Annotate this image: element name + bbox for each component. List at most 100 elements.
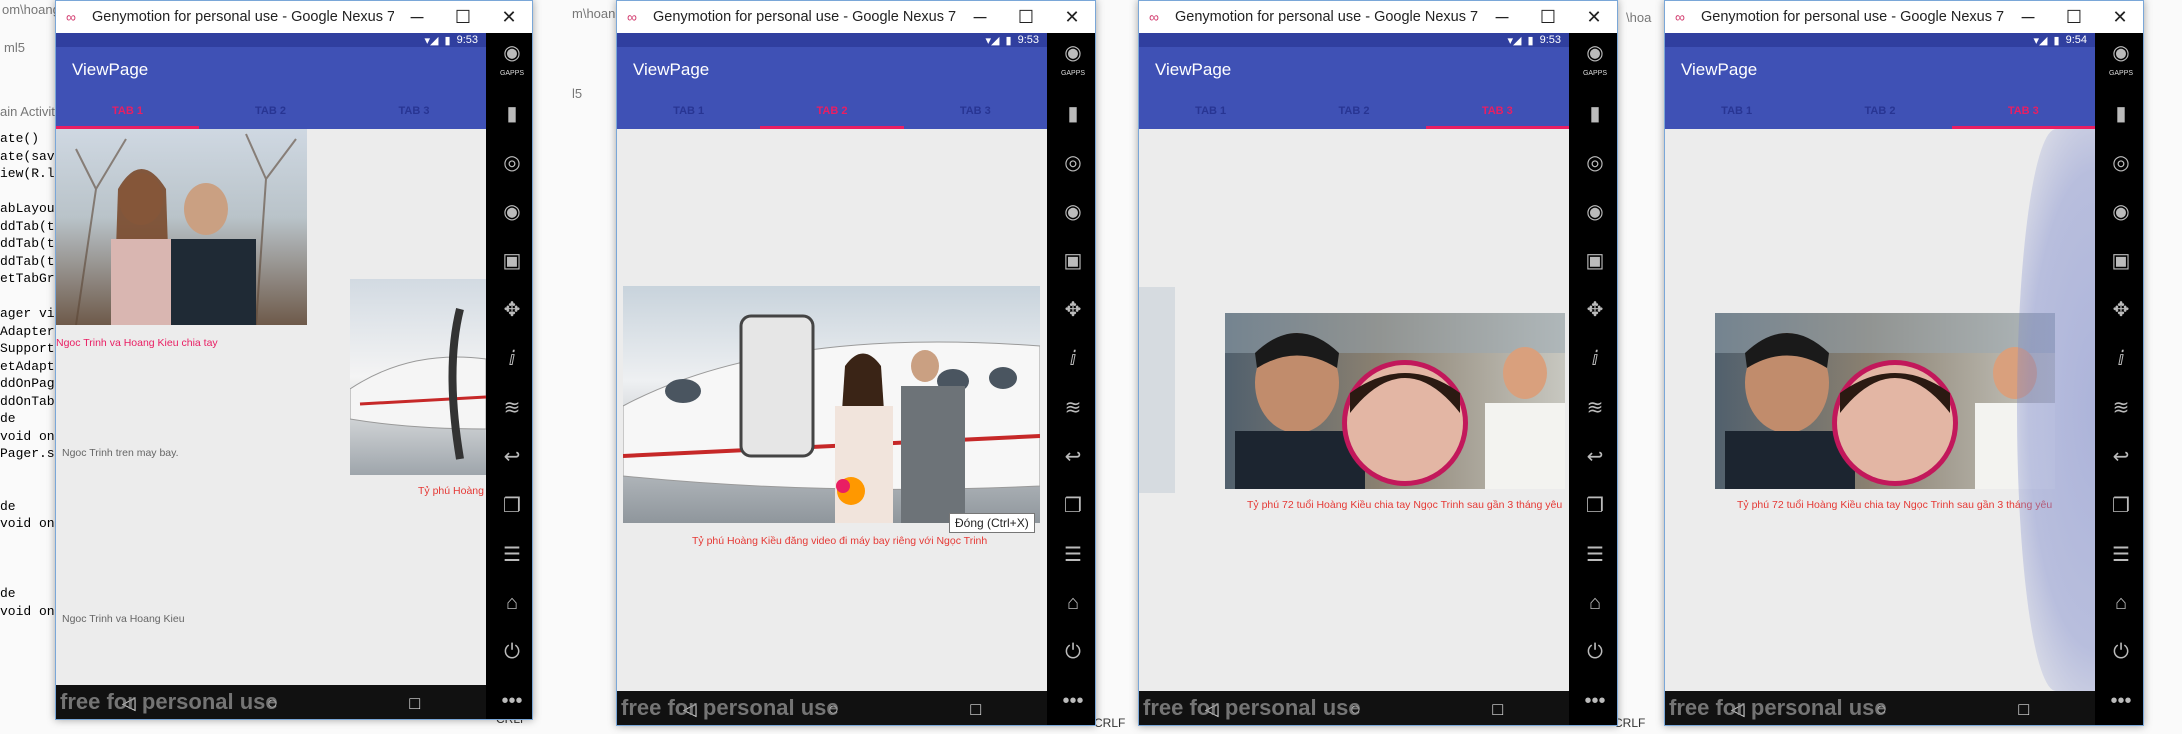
tab-2[interactable]: TAB 2 [1808, 93, 1951, 129]
tab-1[interactable]: TAB 1 [617, 93, 760, 129]
dpad-icon[interactable]: ✥ [499, 296, 525, 322]
power-icon[interactable]: ⏻ [1060, 639, 1086, 665]
webcam-icon[interactable]: ◉ [499, 198, 525, 224]
minimize-button[interactable]: ─ [394, 1, 440, 33]
tab-3[interactable]: TAB 3 [1951, 93, 2095, 129]
recent-apps-icon[interactable]: ❐ [499, 492, 525, 518]
tab-3[interactable]: TAB 3 [904, 93, 1047, 129]
home-button-icon[interactable]: ⌂ [2108, 590, 2134, 616]
tab-1[interactable]: TAB 1 [1665, 93, 1808, 129]
id-icon[interactable]: ⅈ [1060, 345, 1086, 371]
network-icon[interactable]: ≋ [499, 394, 525, 420]
dpad-icon[interactable]: ✥ [2108, 296, 2134, 322]
tab-2[interactable]: TAB 2 [760, 93, 904, 129]
maximize-button[interactable]: ☐ [440, 1, 486, 33]
gapps-icon[interactable]: ◉ [1060, 39, 1086, 65]
android-screen[interactable]: ▾◢ ▮ 9:53 ViewPage TAB 1 TAB 2 TAB 3 [617, 33, 1047, 725]
recents-icon[interactable]: □ [1492, 699, 1503, 720]
minimize-button[interactable]: ─ [2005, 1, 2051, 33]
menu-icon[interactable]: ☰ [1060, 541, 1086, 567]
close-button[interactable]: ✕ [486, 1, 532, 33]
title-bar[interactable]: ∞ Genymotion for personal use - Google N… [1139, 1, 1617, 33]
gapps-icon[interactable]: ◉ [1582, 39, 1608, 65]
network-icon[interactable]: ≋ [1060, 394, 1086, 420]
more-icon[interactable]: ••• [1582, 688, 1608, 714]
viewpager-content[interactable]: Tỷ phú 72 tuổi Hoàng Kiều chia tay Ngọc … [1139, 129, 1569, 691]
home-button-icon[interactable]: ⌂ [499, 590, 525, 616]
gps-icon[interactable]: ◎ [2108, 149, 2134, 175]
genymotion-window-3[interactable]: ∞ Genymotion for personal use - Google N… [1138, 0, 1618, 726]
close-button[interactable]: ✕ [2097, 1, 2143, 33]
title-bar[interactable]: ∞ Genymotion for personal use - Google N… [1665, 1, 2143, 33]
recents-icon[interactable]: □ [409, 693, 420, 714]
recent-apps-icon[interactable]: ❐ [2108, 492, 2134, 518]
tab-1[interactable]: TAB 1 [56, 93, 199, 129]
back-button-icon[interactable]: ↩ [499, 443, 525, 469]
viewpager-content[interactable]: Ngoc Trinh va Hoang Kieu chia tay Tỷ phú… [56, 129, 486, 685]
capture-icon[interactable]: ▣ [2108, 247, 2134, 273]
genymotion-window-1[interactable]: ∞ Genymotion for personal use - Google N… [55, 0, 533, 720]
minimize-button[interactable]: ─ [957, 1, 1003, 33]
back-button-icon[interactable]: ↩ [2108, 443, 2134, 469]
tab-3[interactable]: TAB 3 [1425, 93, 1569, 129]
gps-icon[interactable]: ◎ [1060, 149, 1086, 175]
gps-icon[interactable]: ◎ [1582, 149, 1608, 175]
recents-icon[interactable]: □ [2018, 699, 2029, 720]
genymotion-window-4[interactable]: ∞ Genymotion for personal use - Google N… [1664, 0, 2144, 726]
android-screen[interactable]: ▾◢ ▮ 9:54 ViewPage TAB 1 TAB 2 TAB 3 Tỷ … [1665, 33, 2095, 725]
webcam-icon[interactable]: ◉ [2108, 198, 2134, 224]
power-icon[interactable]: ⏻ [1582, 639, 1608, 665]
id-icon[interactable]: ⅈ [2108, 345, 2134, 371]
viewpager-content[interactable]: Tỷ phú 72 tuổi Hoàng Kiều chia tay Ngọc … [1665, 129, 2095, 691]
battery-widget-icon[interactable]: ▮ [1060, 100, 1086, 126]
title-bar[interactable]: ∞ Genymotion for personal use - Google N… [617, 1, 1095, 33]
id-icon[interactable]: ⅈ [1582, 345, 1608, 371]
power-icon[interactable]: ⏻ [2108, 639, 2134, 665]
minimize-button[interactable]: ─ [1479, 1, 1525, 33]
capture-icon[interactable]: ▣ [1582, 247, 1608, 273]
close-button[interactable]: ✕ [1571, 1, 1617, 33]
back-button-icon[interactable]: ↩ [1582, 443, 1608, 469]
network-icon[interactable]: ≋ [2108, 394, 2134, 420]
webcam-icon[interactable]: ◉ [1582, 198, 1608, 224]
webcam-icon[interactable]: ◉ [1060, 198, 1086, 224]
back-button-icon[interactable]: ↩ [1060, 443, 1086, 469]
battery-widget-icon[interactable]: ▮ [2108, 100, 2134, 126]
id-icon[interactable]: ⅈ [499, 345, 525, 371]
gapps-icon[interactable]: ◉ [2108, 39, 2134, 65]
dpad-icon[interactable]: ✥ [1582, 296, 1608, 322]
recents-icon[interactable]: □ [970, 699, 981, 720]
tab-2[interactable]: TAB 2 [1282, 93, 1425, 129]
capture-icon[interactable]: ▣ [499, 247, 525, 273]
tab-2[interactable]: TAB 2 [199, 93, 342, 129]
recent-apps-icon[interactable]: ❐ [1060, 492, 1086, 518]
battery-widget-icon[interactable]: ▮ [499, 100, 525, 126]
menu-icon[interactable]: ☰ [499, 541, 525, 567]
android-screen[interactable]: ▾◢ ▮ 9:53 ViewPage TAB 1 TAB 2 TAB 3 [56, 33, 486, 719]
dpad-icon[interactable]: ✥ [1060, 296, 1086, 322]
gapps-icon[interactable]: ◉ [499, 39, 525, 65]
genymotion-window-2[interactable]: ∞ Genymotion for personal use - Google N… [616, 0, 1096, 726]
ide-file-tab-mid[interactable]: l5 [572, 86, 582, 101]
android-screen[interactable]: ▾◢ ▮ 9:53 ViewPage TAB 1 TAB 2 TAB 3 [1139, 33, 1569, 725]
ide-file-tab[interactable]: ml5 [4, 40, 25, 55]
maximize-button[interactable]: ☐ [1003, 1, 1049, 33]
menu-icon[interactable]: ☰ [2108, 541, 2134, 567]
maximize-button[interactable]: ☐ [1525, 1, 1571, 33]
gps-icon[interactable]: ◎ [499, 149, 525, 175]
home-button-icon[interactable]: ⌂ [1582, 590, 1608, 616]
close-button[interactable]: ✕ [1049, 1, 1095, 33]
viewpager-content[interactable]: Tỷ phú Hoàng Kiều đăng video đi máy bay … [617, 129, 1047, 691]
network-icon[interactable]: ≋ [1582, 394, 1608, 420]
power-icon[interactable]: ⏻ [499, 639, 525, 665]
recent-apps-icon[interactable]: ❐ [1582, 492, 1608, 518]
battery-widget-icon[interactable]: ▮ [1582, 100, 1608, 126]
more-icon[interactable]: ••• [499, 688, 525, 714]
more-icon[interactable]: ••• [2108, 688, 2134, 714]
home-button-icon[interactable]: ⌂ [1060, 590, 1086, 616]
maximize-button[interactable]: ☐ [2051, 1, 2097, 33]
tab-3[interactable]: TAB 3 [342, 93, 486, 129]
more-icon[interactable]: ••• [1060, 688, 1086, 714]
title-bar[interactable]: ∞ Genymotion for personal use - Google N… [56, 1, 532, 33]
menu-icon[interactable]: ☰ [1582, 541, 1608, 567]
